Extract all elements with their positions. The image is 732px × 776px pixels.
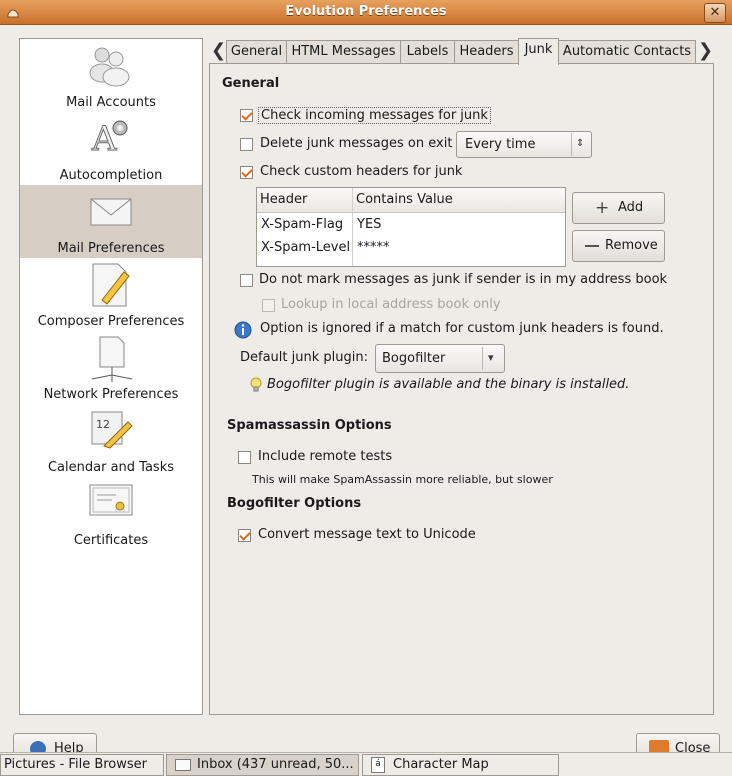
convert-unicode-checkbox[interactable] bbox=[238, 529, 251, 542]
tab-junk[interactable]: Junk bbox=[518, 38, 559, 65]
convert-unicode-label[interactable]: Convert message text to Unicode bbox=[258, 527, 476, 542]
check-incoming-label[interactable]: Check incoming messages for junk bbox=[258, 107, 491, 124]
sidebar-item-mail-accounts[interactable]: Mail Accounts bbox=[20, 39, 202, 112]
check-custom-headers-label[interactable]: Check custom headers for junk bbox=[260, 164, 462, 179]
sidebar-item-calendar-and-tasks[interactable]: 12 Calendar and Tasks bbox=[20, 404, 202, 477]
tab-labels[interactable]: Labels bbox=[400, 40, 455, 63]
svg-text:A: A bbox=[91, 119, 117, 159]
sidebar-item-label: Mail Preferences bbox=[57, 241, 165, 256]
info-text: Option is ignored if a match for custom … bbox=[260, 321, 664, 336]
tab-scroll-right-icon[interactable]: ❯ bbox=[698, 40, 713, 61]
tab-headers[interactable]: Headers bbox=[454, 40, 519, 63]
bogofilter-heading: Bogofilter Options bbox=[227, 496, 362, 511]
title-bar: Evolution Preferences ✕ bbox=[0, 0, 732, 25]
delete-on-exit-checkbox[interactable] bbox=[240, 138, 253, 151]
check-incoming-checkbox[interactable] bbox=[240, 109, 253, 122]
sidebar-item-mail-preferences[interactable]: Mail Preferences bbox=[20, 185, 202, 258]
include-remote-label[interactable]: Include remote tests bbox=[258, 449, 392, 464]
delete-frequency-value: Every time bbox=[465, 137, 536, 152]
column-header-header[interactable]: Header bbox=[260, 192, 307, 207]
spamassassin-heading: Spamassassin Options bbox=[227, 418, 392, 433]
tab-general[interactable]: General bbox=[226, 40, 287, 63]
chevron-down-icon: ▾ bbox=[482, 347, 494, 370]
tab-html-messages[interactable]: HTML Messages bbox=[286, 40, 401, 63]
sidebar-item-label: Calendar and Tasks bbox=[47, 460, 174, 475]
default-plugin-value: Bogofilter bbox=[382, 351, 446, 366]
remove-button-label: Remove bbox=[605, 238, 658, 253]
table-cell-header[interactable]: X-Spam-Flag bbox=[261, 217, 343, 232]
network-icon bbox=[91, 336, 133, 382]
default-plugin-select[interactable]: Bogofilter ▾ bbox=[375, 344, 505, 373]
general-heading: General bbox=[222, 76, 280, 91]
window-close-button[interactable]: ✕ bbox=[704, 3, 726, 23]
do-not-mark-checkbox[interactable] bbox=[240, 274, 253, 287]
check-custom-headers-checkbox[interactable] bbox=[240, 166, 253, 179]
mail-icon bbox=[175, 758, 191, 771]
custom-headers-table[interactable]: Header Contains Value X-Spam-Flag YES X-… bbox=[256, 187, 566, 267]
taskbar-item-label: Inbox (437 unread, 50... bbox=[197, 757, 354, 772]
remove-icon bbox=[585, 245, 599, 247]
tab-scroll-left-icon[interactable]: ❮ bbox=[211, 40, 226, 61]
mail-preferences-icon bbox=[90, 198, 132, 226]
column-separator bbox=[352, 188, 353, 266]
sidebar-item-label: Mail Accounts bbox=[66, 95, 156, 110]
tab-automatic-contacts[interactable]: Automatic Contacts bbox=[558, 40, 696, 63]
sidebar-item-network-preferences[interactable]: Network Preferences bbox=[20, 331, 202, 404]
sidebar-item-label: Autocompletion bbox=[59, 168, 163, 183]
sidebar-item-composer-preferences[interactable]: Composer Preferences bbox=[20, 258, 202, 331]
taskbar-item-file-browser[interactable]: Pictures - File Browser bbox=[0, 754, 164, 776]
lightbulb-icon bbox=[250, 377, 262, 392]
remove-button[interactable]: Remove bbox=[572, 230, 665, 262]
table-cell-header[interactable]: X-Spam-Level bbox=[261, 240, 350, 255]
do-not-mark-label[interactable]: Do not mark messages as junk if sender i… bbox=[259, 272, 667, 287]
column-header-contains-value[interactable]: Contains Value bbox=[356, 192, 453, 207]
lookup-local-checkbox[interactable] bbox=[262, 299, 275, 312]
table-cell-value[interactable]: YES bbox=[357, 217, 381, 232]
sidebar-item-certificates[interactable]: Certificates bbox=[20, 477, 202, 550]
taskbar-item-inbox[interactable]: Inbox (437 unread, 50... bbox=[166, 754, 359, 776]
include-remote-hint: This will make SpamAssassin more reliabl… bbox=[252, 473, 553, 486]
taskbar-item-character-map[interactable]: á Character Map bbox=[362, 754, 559, 776]
info-icon bbox=[234, 321, 252, 339]
delete-frequency-select[interactable]: Every time ⇕ bbox=[456, 131, 592, 158]
table-cell-value[interactable]: ***** bbox=[357, 240, 390, 255]
add-button-label: Add bbox=[618, 200, 644, 215]
plugin-status-text: Bogofilter plugin is available and the b… bbox=[267, 377, 630, 392]
delete-on-exit-label[interactable]: Delete junk messages on exit bbox=[260, 136, 452, 151]
calendar-icon: 12 bbox=[91, 411, 133, 449]
default-plugin-label: Default junk plugin: bbox=[240, 350, 368, 365]
composer-icon bbox=[92, 263, 130, 307]
taskbar-item-label: Character Map bbox=[393, 757, 489, 772]
character-map-icon: á bbox=[371, 756, 385, 773]
svg-text:12: 12 bbox=[96, 418, 110, 431]
sidebar-item-label: Certificates bbox=[73, 533, 149, 548]
sidebar-item-label: Network Preferences bbox=[43, 387, 179, 402]
sidebar: Mail Accounts A Autocompletion Mail Pref… bbox=[19, 38, 203, 715]
window-title: Evolution Preferences bbox=[285, 4, 447, 19]
include-remote-checkbox[interactable] bbox=[238, 451, 251, 464]
taskbar-item-label: Pictures - File Browser bbox=[4, 757, 147, 772]
lookup-local-label[interactable]: Lookup in local address book only bbox=[281, 297, 501, 312]
add-button[interactable]: + Add bbox=[572, 192, 665, 224]
add-icon: + bbox=[595, 198, 610, 218]
spin-arrows-icon: ⇕ bbox=[571, 133, 584, 156]
certificate-icon bbox=[89, 484, 133, 516]
sidebar-item-label: Composer Preferences bbox=[37, 314, 185, 329]
sidebar-item-autocompletion[interactable]: A Autocompletion bbox=[20, 112, 202, 185]
autocompletion-icon: A bbox=[91, 119, 128, 160]
mail-accounts-icon bbox=[89, 47, 130, 87]
